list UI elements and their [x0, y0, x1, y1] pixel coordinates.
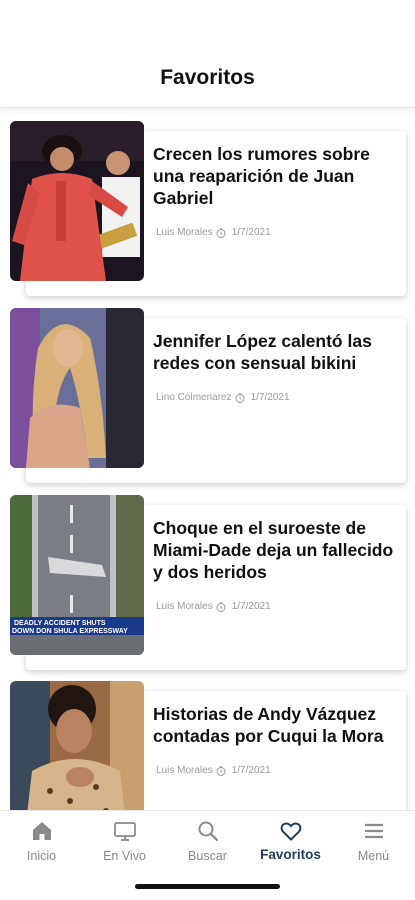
search-icon	[198, 821, 218, 842]
article-author: Luis Morales	[156, 765, 213, 776]
tab-label: En Vivo	[103, 849, 146, 863]
page-title: Favoritos	[160, 66, 255, 89]
home-indicator	[135, 884, 280, 889]
article-thumbnail[interactable]	[10, 308, 144, 468]
article-author: Luis Morales	[156, 601, 213, 612]
app-header: Favoritos	[0, 0, 415, 108]
tv-icon	[113, 822, 136, 841]
tab-buscar[interactable]: Buscar	[166, 819, 249, 863]
article-image: DEADLY ACCIDENT SHUTS DOWN DON SHULA EXP…	[10, 495, 144, 655]
heart-icon	[280, 822, 301, 841]
article-meta: Luis Morales 1/7/2021	[156, 227, 271, 238]
image-caption-line: DEADLY ACCIDENT SHUTS	[14, 620, 106, 627]
article-date: 1/7/2021	[231, 765, 271, 776]
article-thumbnail[interactable]	[10, 121, 144, 281]
article-date: 1/7/2021	[231, 601, 271, 612]
clock-icon	[216, 765, 226, 776]
article-title[interactable]: Choque en el suroeste de Miami-Dade deja…	[153, 517, 401, 583]
article-card[interactable]: Jennifer López calentó las redes con sen…	[10, 308, 406, 483]
article-author: Lino Colmenarez	[156, 392, 232, 403]
article-author: Luis Morales	[156, 227, 213, 238]
tab-favoritos[interactable]: Favoritos	[249, 819, 332, 862]
article-meta: Lino Colmenarez 1/7/2021	[156, 392, 290, 403]
tab-label: Buscar	[188, 849, 227, 863]
article-card[interactable]: DEADLY ACCIDENT SHUTS DOWN DON SHULA EXP…	[10, 495, 406, 670]
article-date: 1/7/2021	[250, 392, 290, 403]
tab-label: Menú	[357, 849, 390, 863]
article-meta: Luis Morales 1/7/2021	[156, 601, 271, 612]
image-caption-line: DOWN DON SHULA EXPRESSWAY	[12, 628, 128, 635]
article-card[interactable]: Historias de Andy Vázquez contadas por C…	[10, 681, 406, 810]
article-date: 1/7/2021	[231, 227, 271, 238]
clock-icon	[235, 392, 245, 403]
article-card[interactable]: Crecen los rumores sobre una reaparición…	[10, 121, 406, 296]
article-title[interactable]: Crecen los rumores sobre una reaparición…	[153, 143, 401, 209]
article-image	[10, 308, 144, 468]
article-meta: Luis Morales 1/7/2021	[156, 765, 271, 776]
article-image	[10, 121, 144, 281]
article-thumbnail[interactable]: DEADLY ACCIDENT SHUTS DOWN DON SHULA EXP…	[10, 495, 144, 655]
clock-icon	[216, 601, 226, 612]
home-icon	[32, 822, 51, 840]
tab-label: Favoritos	[260, 847, 321, 862]
article-title[interactable]: Historias de Andy Vázquez contadas por C…	[153, 703, 401, 747]
article-thumbnail[interactable]	[10, 681, 144, 810]
clock-icon	[216, 227, 226, 238]
tab-label: Inicio	[26, 849, 57, 863]
tab-en-vivo[interactable]: En Vivo	[83, 819, 166, 863]
menu-icon	[364, 823, 383, 839]
favorites-list[interactable]: Crecen los rumores sobre una reaparición…	[0, 110, 415, 810]
article-image	[10, 681, 144, 810]
tab-inicio[interactable]: Inicio	[0, 819, 83, 863]
tab-menu[interactable]: Menú	[332, 819, 415, 863]
article-title[interactable]: Jennifer López calentó las redes con sen…	[153, 330, 401, 374]
